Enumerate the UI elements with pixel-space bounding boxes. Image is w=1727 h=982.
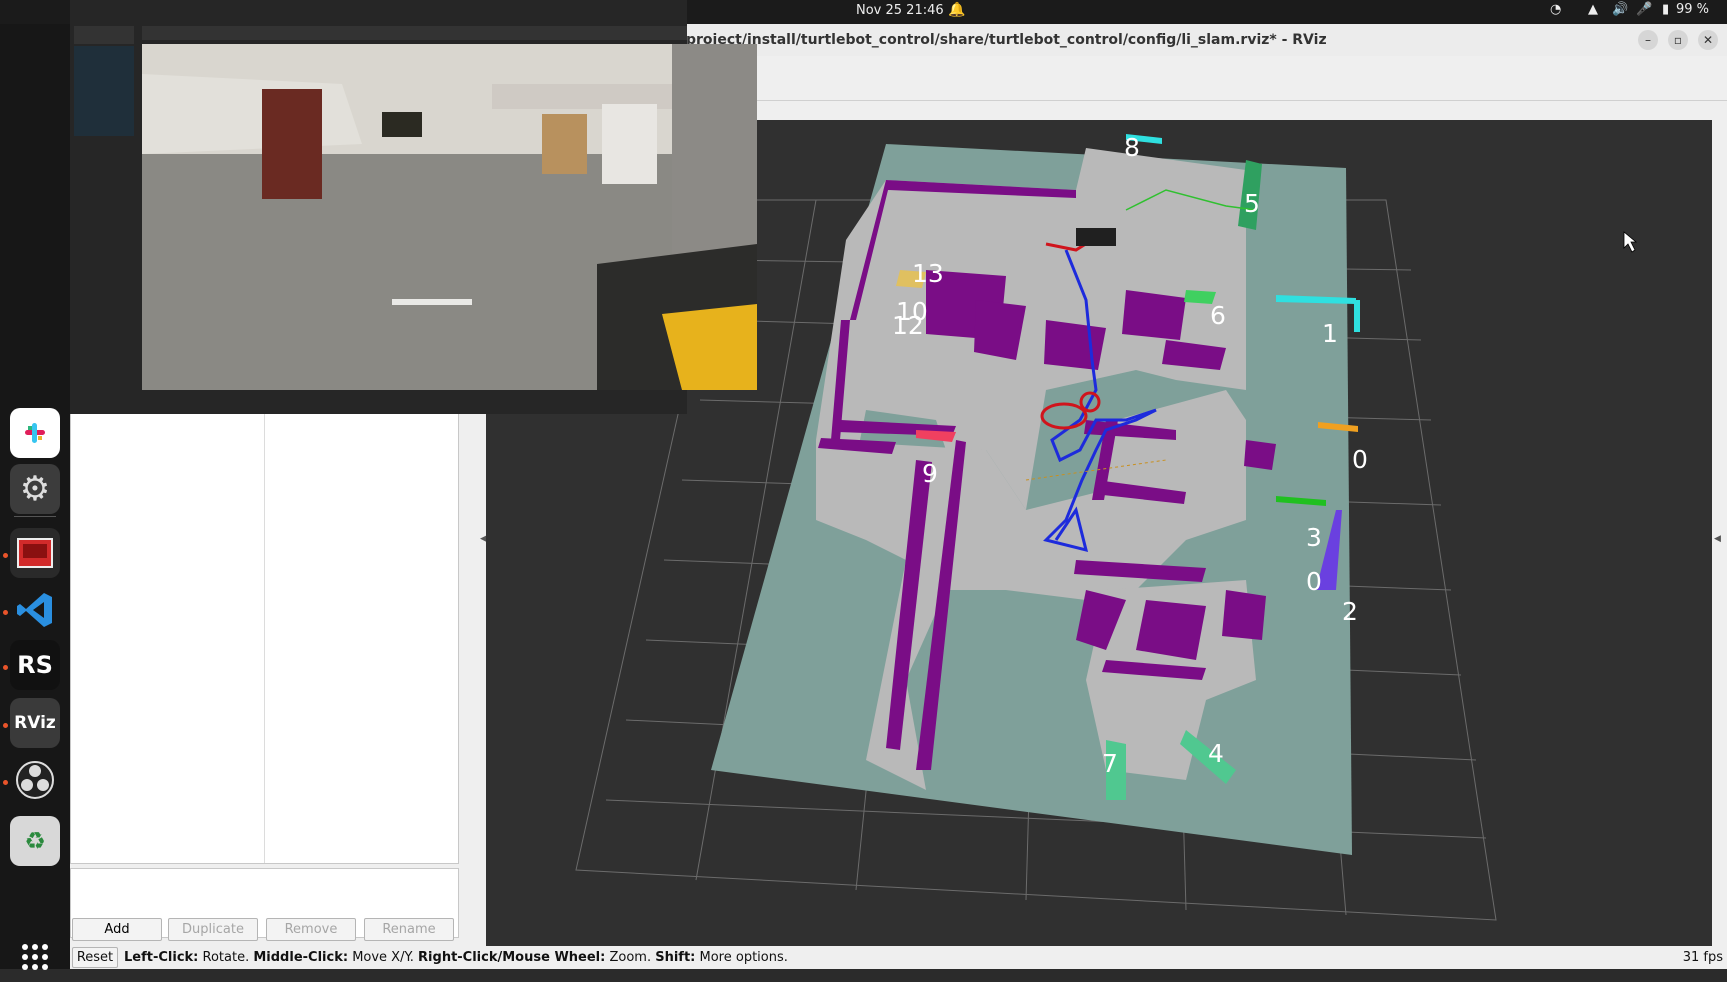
- wifi-icon[interactable]: ▲: [1588, 2, 1598, 17]
- stream-footer: [142, 392, 687, 414]
- rename-display-button[interactable]: Rename: [364, 918, 454, 941]
- window-title: project/install/turtlebot_control/share/…: [686, 32, 1327, 48]
- trash-icon[interactable]: ♻: [10, 816, 60, 866]
- running-indicator: [3, 723, 8, 728]
- map-label: 6: [1210, 301, 1226, 330]
- stream-header: [142, 26, 687, 40]
- volume-icon[interactable]: 🔊: [1612, 2, 1628, 17]
- mouse-hint-text: Left-Click: Rotate. Middle-Click: Move X…: [124, 950, 788, 965]
- application-dock: ⚙ RS RViz ♻: [0, 24, 70, 970]
- obs-studio-icon[interactable]: [10, 755, 60, 805]
- collapse-right-panel-icon[interactable]: ◀: [1714, 534, 1721, 544]
- battery-percent: 99 %: [1676, 2, 1710, 17]
- reset-view-button[interactable]: Reset: [72, 947, 118, 968]
- mouse-cursor-icon: [1623, 231, 1638, 253]
- map-label: 5: [1244, 189, 1260, 218]
- running-indicator: [3, 780, 8, 785]
- vscode-icon[interactable]: [10, 585, 60, 635]
- camera-stream-window[interactable]: [70, 0, 757, 414]
- status-bar: Reset Left-Click: Rotate. Middle-Click: …: [70, 946, 1727, 969]
- fps-counter: 31 fps: [1682, 950, 1723, 965]
- viewer-toolbar: [74, 26, 134, 44]
- robot-model: [1076, 228, 1116, 246]
- map-label: 3: [1306, 523, 1322, 552]
- close-button[interactable]: ✕: [1698, 30, 1718, 50]
- rviz-app-icon[interactable]: RViz: [10, 698, 60, 748]
- show-apps-grid-icon[interactable]: [10, 932, 60, 982]
- map-label: 7: [1102, 749, 1118, 778]
- viewer-settings-panel: [74, 46, 134, 136]
- network-status-icon[interactable]: ◔: [1550, 2, 1561, 17]
- map-label: 4: [1208, 739, 1224, 768]
- map-label: 0: [1352, 445, 1368, 474]
- minimize-button[interactable]: –: [1638, 30, 1658, 50]
- map-label: 1: [1322, 319, 1338, 348]
- microphone-icon[interactable]: 🎤: [1636, 2, 1652, 17]
- realsense-viewer-icon[interactable]: RS: [10, 640, 60, 690]
- map-label: 0: [1306, 567, 1322, 596]
- settings-gear-icon[interactable]: ⚙: [10, 464, 60, 514]
- map-label: 8: [1124, 133, 1140, 162]
- camera-viewer-sidebar: [70, 0, 140, 140]
- map-label: 9: [922, 459, 938, 488]
- running-indicator: [3, 553, 8, 558]
- running-indicator: [3, 665, 8, 670]
- running-indicator: [3, 610, 8, 615]
- remove-display-button[interactable]: Remove: [266, 918, 356, 941]
- slack-icon[interactable]: [10, 408, 60, 458]
- add-display-button[interactable]: Add: [72, 918, 162, 941]
- map-label: 13: [912, 259, 944, 288]
- map-label: 2: [1342, 597, 1358, 626]
- dock-separator: [14, 516, 56, 517]
- battery-icon[interactable]: ▮: [1662, 2, 1669, 17]
- map-label: 12: [892, 311, 924, 340]
- maximize-button[interactable]: ▫: [1668, 30, 1688, 50]
- notification-bell-icon[interactable]: 🔔: [948, 2, 965, 18]
- duplicate-display-button[interactable]: Duplicate: [168, 918, 258, 941]
- presentation-app-icon[interactable]: [10, 528, 60, 578]
- camera-color-stream: [142, 44, 757, 390]
- clock[interactable]: Nov 25 21:46: [856, 3, 944, 18]
